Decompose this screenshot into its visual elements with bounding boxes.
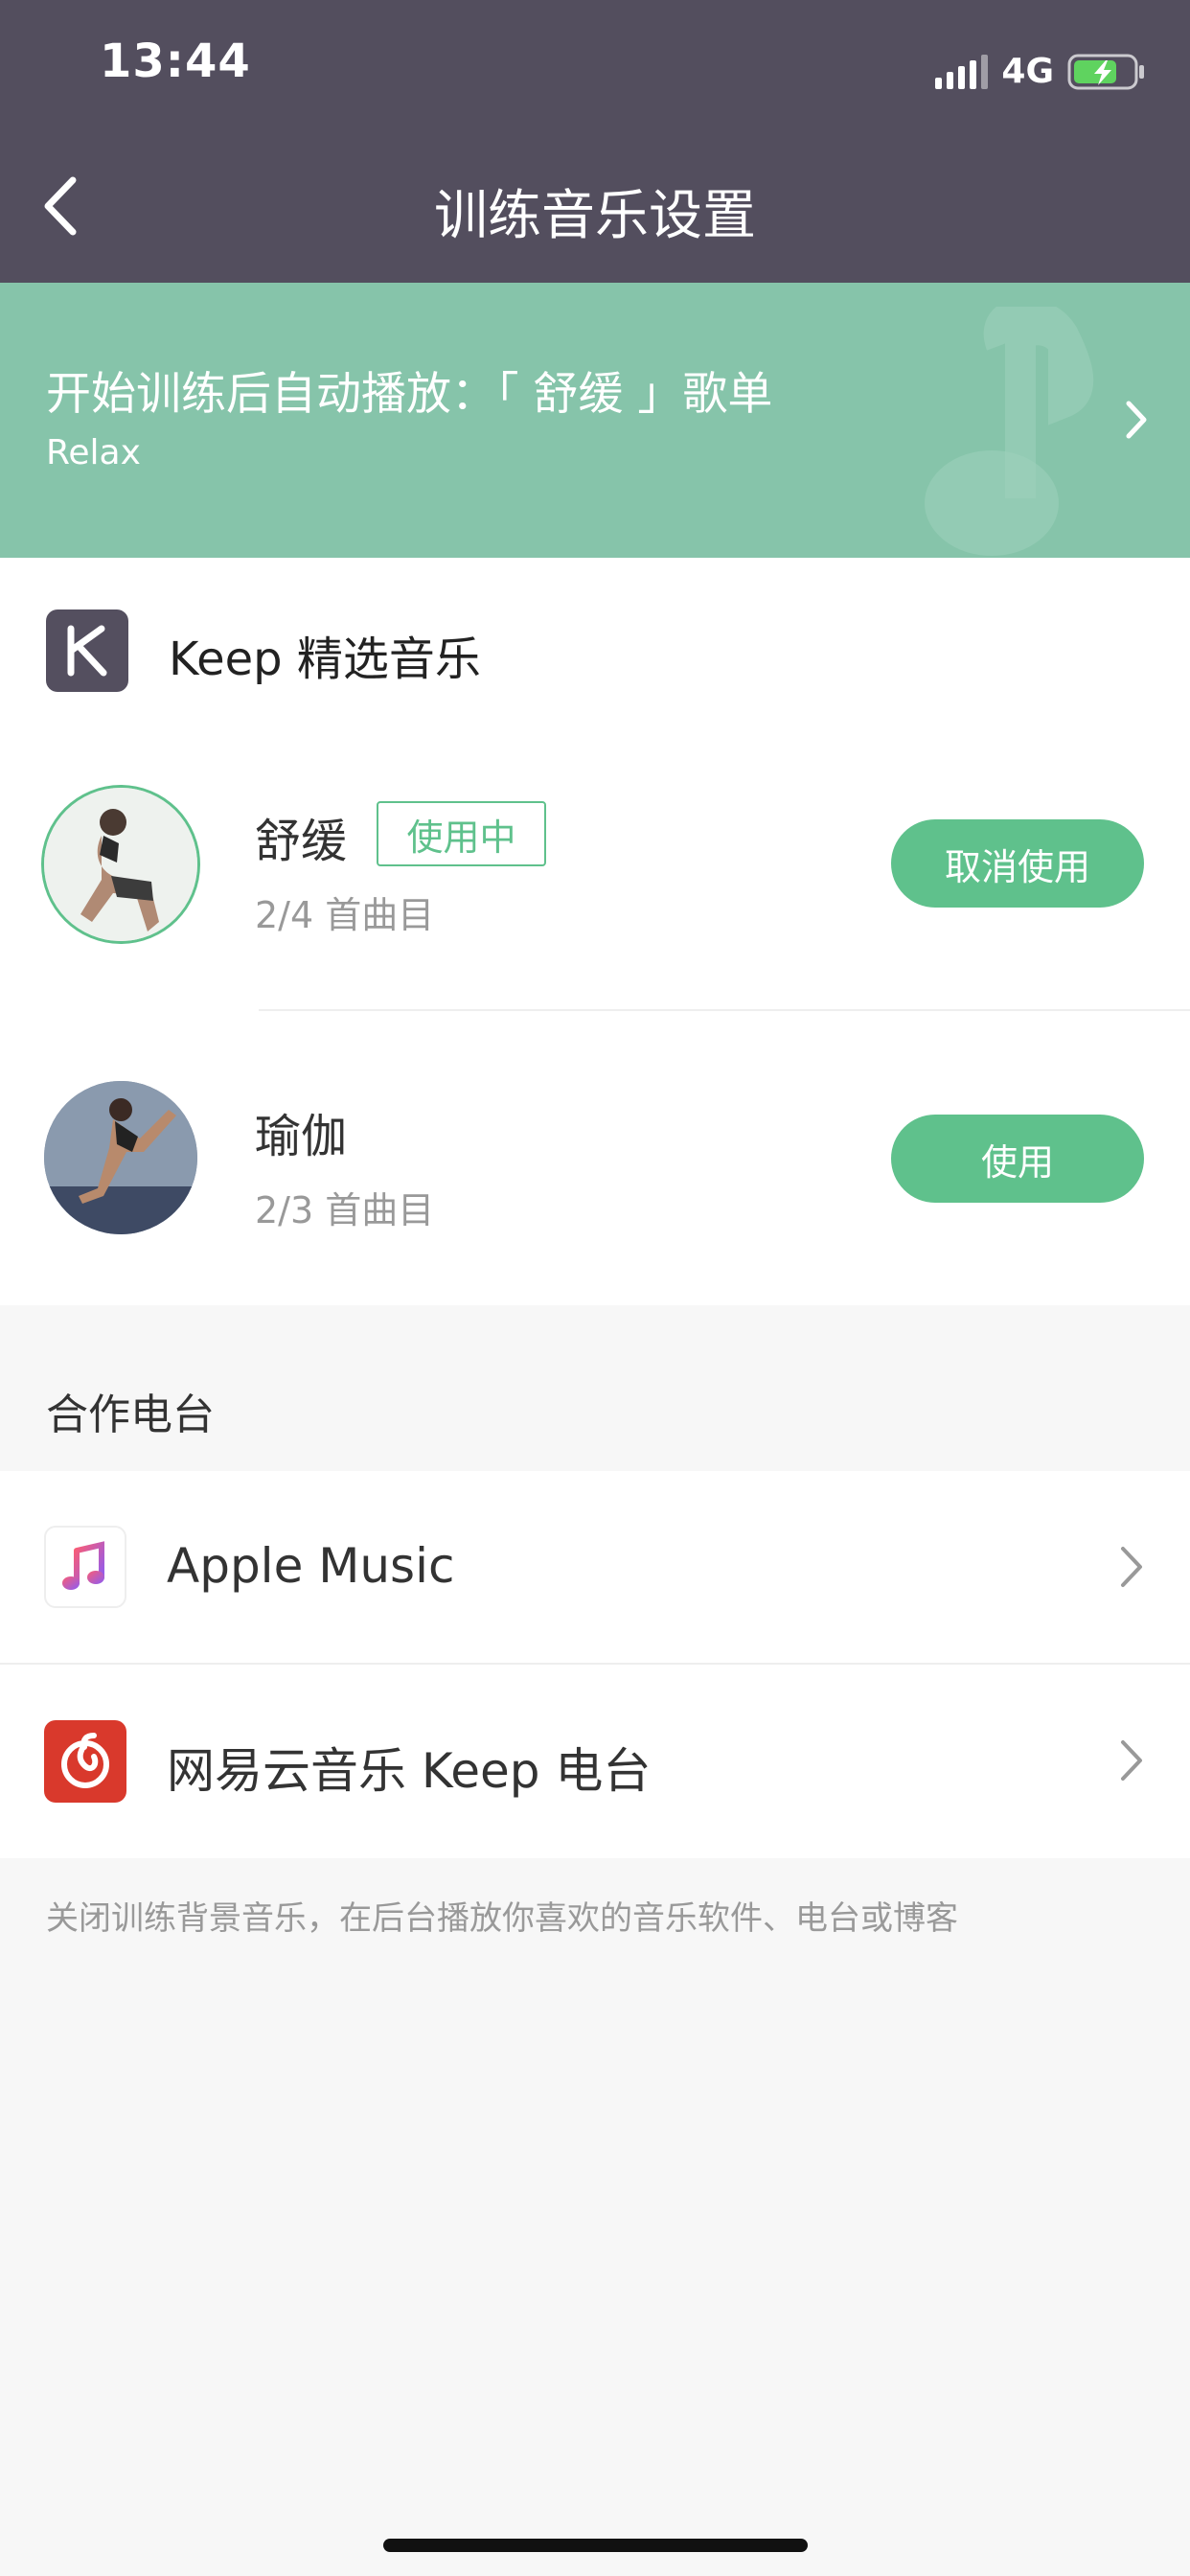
music-note-icon	[925, 307, 1094, 556]
playlist-cover-yoga	[44, 1081, 197, 1234]
playlist-name: 舒缓	[255, 815, 348, 868]
row-divider	[259, 1009, 1190, 1011]
home-indicator[interactable]	[383, 2539, 808, 2552]
status-time: 13:44	[100, 34, 251, 88]
keep-logo-icon	[46, 610, 128, 692]
netease-music-icon	[44, 1720, 126, 1803]
playlist-name: 瑜伽	[255, 1110, 348, 1163]
apple-music-icon	[44, 1526, 126, 1608]
page-title: 训练音乐设置	[434, 185, 756, 247]
partner-label: 网易云音乐 Keep 电台	[167, 1743, 652, 1799]
in-use-badge: 使用中	[377, 801, 546, 866]
chevron-right-icon	[1126, 401, 1147, 439]
banner-subtitle: Relax	[46, 433, 141, 472]
partners-header: 合作电台	[46, 1391, 215, 1439]
network-type: 4G	[1001, 52, 1054, 91]
signal-icon	[935, 54, 989, 89]
playlist-track-count: 2/4 首曲目	[255, 894, 435, 936]
chevron-right-icon	[1121, 1740, 1142, 1781]
battery-icon	[1067, 54, 1144, 89]
playlist-cover-relax	[44, 788, 197, 941]
section-title: Keep 精选音乐	[169, 632, 481, 686]
chevron-right-icon	[1121, 1547, 1142, 1587]
status-indicators: 4G	[935, 52, 1146, 91]
partner-label: Apple Music	[167, 1538, 455, 1594]
cancel-use-button[interactable]: 取消使用	[891, 819, 1144, 908]
banner-title: 开始训练后自动播放：「 舒缓 」歌单	[46, 368, 773, 421]
footer-note: 关闭训练背景音乐，在后台播放你喜欢的音乐软件、电台或博客	[46, 1899, 958, 1938]
playlist-track-count: 2/3 首曲目	[255, 1189, 435, 1231]
use-button[interactable]: 使用	[891, 1115, 1144, 1203]
